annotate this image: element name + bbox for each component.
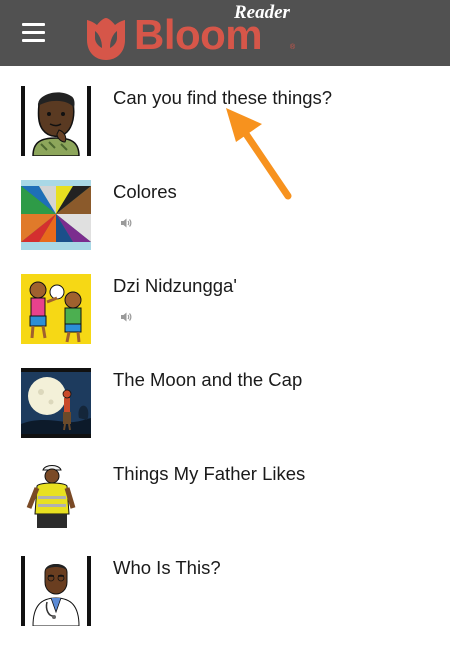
book-title: Who Is This? [113,557,221,578]
app-bar: Bloom Reader ® [0,0,450,66]
book-item[interactable]: The Moon and the Cap [0,368,450,458]
book-item[interactable]: Dzi Nidzungga' [0,274,450,364]
book-title: Colores [113,181,177,202]
book-thumbnail [21,368,91,438]
book-item[interactable]: Who Is This? [0,556,450,646]
book-thumbnail [21,180,91,250]
book-item[interactable]: Can you find these things? [0,86,450,176]
bloom-reader-logo: Bloom Reader ® [84,0,304,66]
book-title: Dzi Nidzungga' [113,275,237,296]
book-thumbnail [21,274,91,344]
book-thumbnail [21,86,91,156]
hamburger-menu-icon[interactable] [22,23,45,43]
speaker-icon [121,312,132,322]
book-item[interactable]: Things My Father Likes [0,462,450,552]
speaker-icon [121,218,132,228]
book-thumbnail [21,556,91,626]
book-title: Things My Father Likes [113,463,306,484]
book-item[interactable]: Colores [0,180,450,270]
book-title: The Moon and the Cap [113,369,303,390]
book-thumbnail [21,462,91,532]
book-title: Can you find these things? [113,87,333,108]
registered-mark: ® [290,44,296,51]
bloom-flower-icon [87,18,125,60]
logo-subtitle: Reader [234,2,290,23]
